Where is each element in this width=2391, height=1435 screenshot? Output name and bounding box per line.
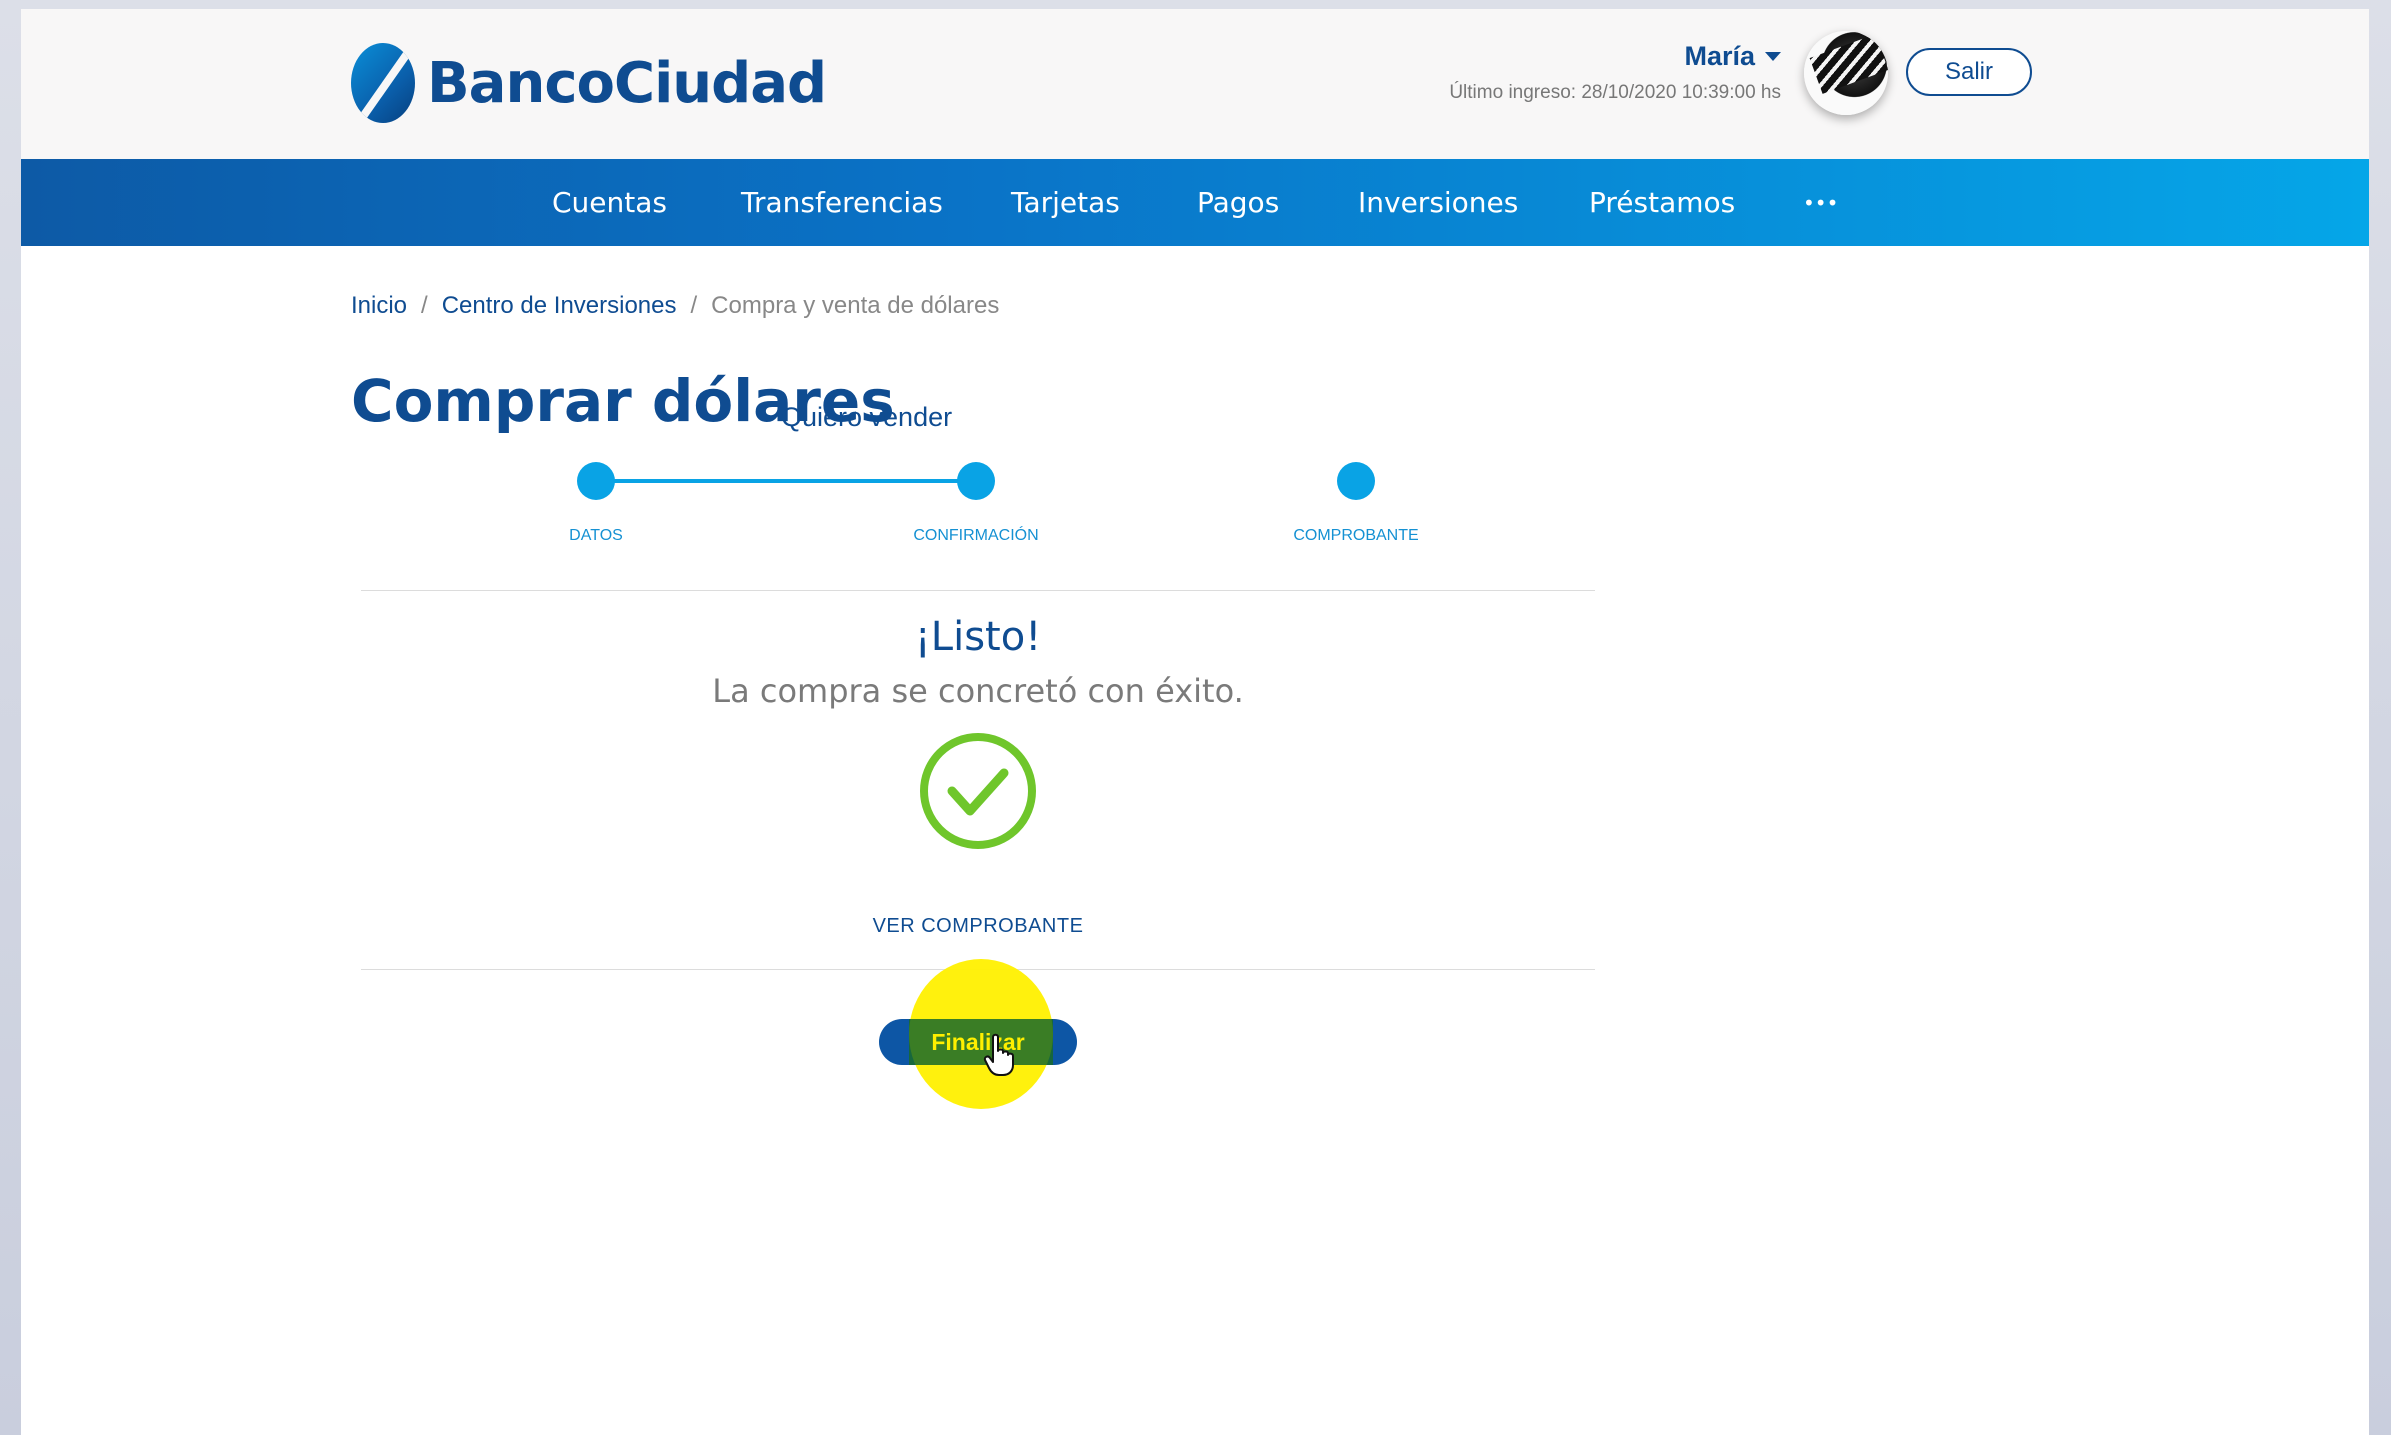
step-dot-comprobante xyxy=(1337,462,1375,500)
check-circle-icon xyxy=(920,733,1036,849)
step-dot-confirmacion xyxy=(957,462,995,500)
breadcrumb-current: Compra y venta de dólares xyxy=(711,292,1000,319)
success-message: La compra se concretó con éxito. xyxy=(712,672,1244,710)
step-label-comprobante: COMPROBANTE xyxy=(1293,527,1419,544)
step-label-datos: DATOS xyxy=(569,527,623,544)
nav-item-transferencias[interactable]: Transferencias xyxy=(741,159,943,246)
finish-button-label[interactable]: Finalizar xyxy=(879,1019,1077,1065)
chevron-down-icon[interactable] xyxy=(1765,52,1781,61)
sell-dollars-link[interactable]: Quiero vender xyxy=(781,402,952,433)
breadcrumb: Inicio / Centro de Inversiones / Compra … xyxy=(351,292,999,320)
step-dot-datos xyxy=(577,462,615,500)
top-header: BancoCiudad María Último ingreso: 28/10/… xyxy=(21,9,2369,159)
nav-item-tarjetas[interactable]: Tarjetas xyxy=(1011,159,1120,246)
bank-logo[interactable]: BancoCiudad xyxy=(351,43,827,123)
main-nav: Cuentas Transferencias Tarjetas Pagos In… xyxy=(21,159,2369,246)
step-label-confirmacion: CONFIRMACIÓN xyxy=(913,527,1039,544)
breadcrumb-separator: / xyxy=(421,292,428,319)
logo-text: BancoCiudad xyxy=(427,50,827,116)
breadcrumb-inicio[interactable]: Inicio xyxy=(351,292,407,320)
success-title: ¡Listo! xyxy=(914,614,1042,660)
browser-page: BancoCiudad María Último ingreso: 28/10/… xyxy=(21,9,2369,1435)
last-login-text: Último ingreso: 28/10/2020 10:39:00 hs xyxy=(1449,82,1781,103)
nav-item-prestamos[interactable]: Préstamos xyxy=(1589,159,1735,246)
hand-cursor-icon xyxy=(983,1033,1014,1076)
user-menu-toggle[interactable]: María xyxy=(1449,41,1781,72)
nav-item-inversiones[interactable]: Inversiones xyxy=(1358,159,1518,246)
breadcrumb-separator: / xyxy=(690,292,698,319)
logout-button[interactable]: Salir xyxy=(1906,48,2032,96)
breadcrumb-centro-inversiones[interactable]: Centro de Inversiones xyxy=(442,292,677,320)
nav-item-pagos[interactable]: Pagos xyxy=(1197,159,1279,246)
view-receipt-link[interactable]: VER COMPROBANTE xyxy=(21,915,1935,938)
divider-top xyxy=(361,590,1595,591)
user-name[interactable]: María xyxy=(1684,41,1755,72)
nav-item-cuentas[interactable]: Cuentas xyxy=(552,159,667,246)
user-info: María Último ingreso: 28/10/2020 10:39:0… xyxy=(1449,41,1781,104)
more-menu-icon[interactable]: ••• xyxy=(1803,159,1838,246)
logo-mark-icon xyxy=(351,43,415,123)
avatar[interactable] xyxy=(1804,31,1888,115)
stepper-line xyxy=(596,479,977,483)
